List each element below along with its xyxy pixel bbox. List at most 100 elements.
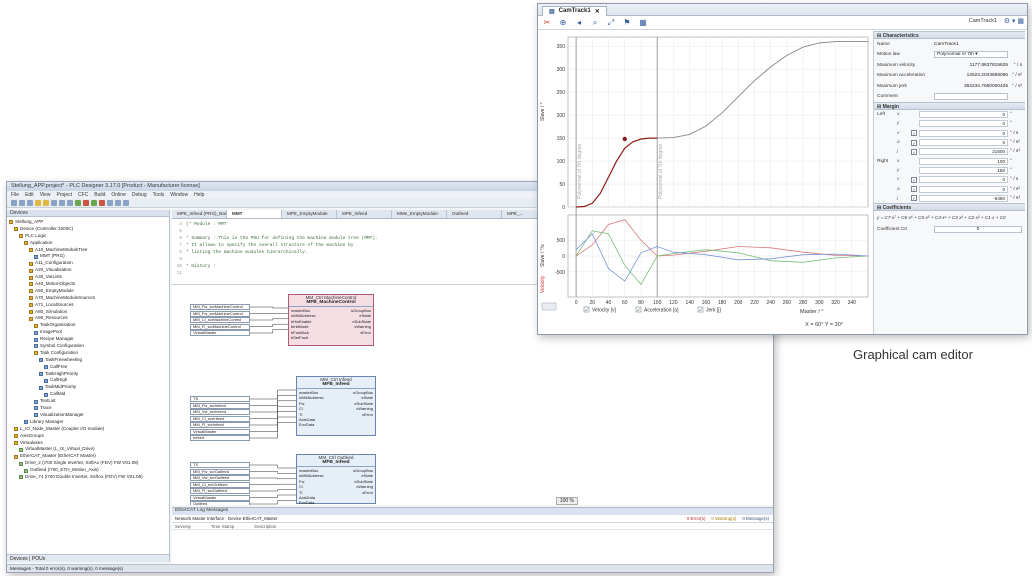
input-variable[interactable]: TS (190, 462, 250, 468)
input-variable[interactable]: MM_Vw_scrInfeed (190, 409, 250, 415)
menu-item-online[interactable]: Online (111, 192, 125, 198)
margin-header[interactable]: ⊟ Margin (874, 102, 1025, 110)
input-variable[interactable]: MM_Fl_scrInfeed (190, 422, 250, 428)
tree-item[interactable]: Device (Controller 3200C) (9, 226, 167, 233)
input-variable[interactable]: MM_Fw_scrMachineControl (190, 304, 250, 310)
add-point-icon[interactable]: ⊕ (558, 18, 568, 27)
editor-tab[interactable]: MMT (227, 210, 282, 218)
editor-tab[interactable]: MMe_EmptyModule (392, 210, 447, 218)
margin-checkbox[interactable]: ✓ (911, 139, 917, 146)
devices-footer-tabs[interactable]: Devices | POUs (7, 554, 169, 562)
cut-icon[interactable]: ✂ (542, 18, 552, 27)
input-variable[interactable]: MM_Fw_scrInfeed (190, 402, 250, 409)
margin-checkbox[interactable]: ✓ (911, 186, 917, 193)
error-counter[interactable]: 0 Error(s) (687, 516, 706, 521)
messages-tab-network[interactable]: Network Master Interface (175, 516, 224, 521)
motion-law-select[interactable]: Polynomial of 7th ▾ (934, 51, 1008, 59)
menu-item-file[interactable]: File (11, 192, 19, 198)
tree-item[interactable]: A30_VarLists (9, 274, 167, 281)
input-variable[interactable]: Outfeed (190, 501, 250, 505)
margin-value-field[interactable]: 0 (919, 120, 1008, 128)
input-variable[interactable]: MM_Fl_scrOutfeed (190, 488, 250, 494)
copy-icon[interactable] (59, 200, 65, 206)
editor-tab[interactable]: Outfeed (447, 210, 502, 218)
coefficients-header[interactable]: ⊟ Coefficients (874, 202, 1025, 211)
output-pin[interactable]: xError (353, 490, 373, 495)
tree-item[interactable]: AxisGroups (9, 433, 167, 440)
tree-item[interactable]: Task Configuration (9, 350, 167, 357)
table-icon[interactable]: ▦ (638, 18, 648, 27)
new-file-icon[interactable] (11, 200, 17, 206)
tree-item[interactable]: TaskFreewheeling (9, 357, 167, 364)
tree-item[interactable]: CallHigh (9, 377, 167, 384)
close-icon[interactable]: ✕ (595, 8, 600, 15)
login-icon[interactable] (75, 200, 81, 206)
input-variable[interactable]: MM_Vw_scrOutfeed (190, 475, 250, 481)
run-icon[interactable] (91, 200, 97, 206)
tree-item[interactable]: A70_MachineModuleSources (9, 295, 167, 302)
zoom-fit-icon[interactable]: ⤢ (606, 18, 616, 28)
margin-checkbox[interactable]: ✓ (911, 130, 917, 137)
tree-item[interactable]: TaskOrganisation (9, 322, 167, 329)
input-variable[interactable]: MM_Fw_scrMachineControl (190, 310, 250, 317)
selected-point[interactable] (622, 136, 627, 142)
tree-item[interactable]: A90_Resources (9, 315, 167, 322)
tree-item[interactable]: PLC Logic (9, 233, 167, 240)
tree-item[interactable]: Trace (9, 405, 167, 412)
info-counter[interactable]: 0 Message(s) (742, 516, 769, 521)
cut-icon[interactable] (51, 200, 57, 206)
tree-item[interactable]: A71_LocalSources (9, 302, 167, 309)
function-block[interactable]: MM_Ctrl MachineControl MFB_MachineControl… (288, 294, 374, 346)
settings-icon[interactable]: ⚙ ▾ ▦ (1004, 17, 1024, 25)
coefficient-value[interactable]: 0 (934, 225, 1022, 233)
move-icon[interactable]: ◂ (574, 18, 584, 27)
col-description[interactable]: Description (254, 524, 276, 529)
tree-item[interactable]: L_IO_Node_Master (Coupler I/O module) (9, 426, 167, 433)
tree-item[interactable]: VirtualMaster (L_IX_Virtual_Drive) (9, 446, 167, 453)
cam-chart[interactable]: 0 20 40 60 80 100 120 140 160 180 200 220 240 260 280 3… (538, 31, 873, 335)
save-icon[interactable] (27, 200, 33, 206)
tree-item[interactable]: Library Manager (9, 419, 167, 426)
margin-value-field[interactable]: 150 (919, 166, 1008, 174)
menu-item-help[interactable]: Help (194, 192, 204, 198)
tree-item[interactable]: Outfeed (i700_ETH_Motion_Axis) (9, 467, 167, 474)
output-pin[interactable]: xWarning (353, 484, 373, 489)
build-icon[interactable] (107, 200, 113, 206)
margin-checkbox[interactable]: ✓ (911, 148, 917, 155)
cam-tab[interactable]: ▤ CamTrack1 ✕ (542, 5, 607, 16)
tree-item[interactable]: TaskMidPriority (9, 384, 167, 391)
editor-tab[interactable]: MPE_Infeed (337, 210, 392, 218)
tree-item[interactable]: Drive_2 (i700 Single Inverter, SoftAx (F… (9, 460, 167, 467)
tree-item[interactable]: Drive_74 (i700 Double Inverter, SoftAx (… (9, 474, 167, 481)
margin-value-field[interactable]: 0 (919, 176, 1008, 184)
input-variable[interactable]: MM_Fl_scrMachineControl (190, 323, 250, 330)
margin-value-field[interactable]: 0 (919, 139, 1008, 147)
characteristic-value[interactable]: CamTrack1 (934, 42, 1008, 47)
tree-item[interactable]: Recipe Manager (9, 336, 167, 343)
output-pin[interactable]: xError (351, 330, 371, 335)
open-icon[interactable] (19, 200, 25, 206)
menu-item-debug[interactable]: Debug (132, 192, 147, 198)
menu-item-build[interactable]: Build (94, 192, 105, 198)
undo-icon[interactable] (35, 200, 41, 206)
menu-item-cfc[interactable]: CFC (78, 192, 88, 198)
margin-value-field[interactable]: 100 (919, 157, 1008, 165)
margin-value-field[interactable]: 0 (919, 129, 1008, 137)
tree-item[interactable]: ImagePool (9, 329, 167, 336)
margin-value-field[interactable]: 0 (919, 111, 1008, 119)
zoom-in-icon[interactable]: ⌕ (590, 18, 600, 28)
function-block[interactable]: MM_Ctrl Outfeed MFB_Infeed masterBus inMMAd… (296, 454, 376, 505)
messages-tab-device[interactable]: Device EtherCAT_Master (228, 516, 277, 521)
input-variable[interactable]: VirtualMaster (190, 428, 250, 435)
margin-checkbox[interactable]: ✓ (911, 176, 917, 183)
margin-value-field[interactable]: -6480 (919, 194, 1008, 202)
paste-icon[interactable] (67, 200, 73, 206)
menu-item-window[interactable]: Window (170, 192, 188, 198)
stop-icon[interactable] (99, 200, 105, 206)
menu-item-view[interactable]: View (40, 192, 51, 198)
input-variable[interactable]: TS (190, 396, 250, 402)
tree-item[interactable]: VisualizationManager (9, 412, 167, 419)
tree-item[interactable]: A20_Visualisation (9, 267, 167, 274)
characteristics-header[interactable]: ⊟ Characteristics (874, 31, 1025, 39)
margin-value-field[interactable]: 21600 (919, 148, 1008, 156)
